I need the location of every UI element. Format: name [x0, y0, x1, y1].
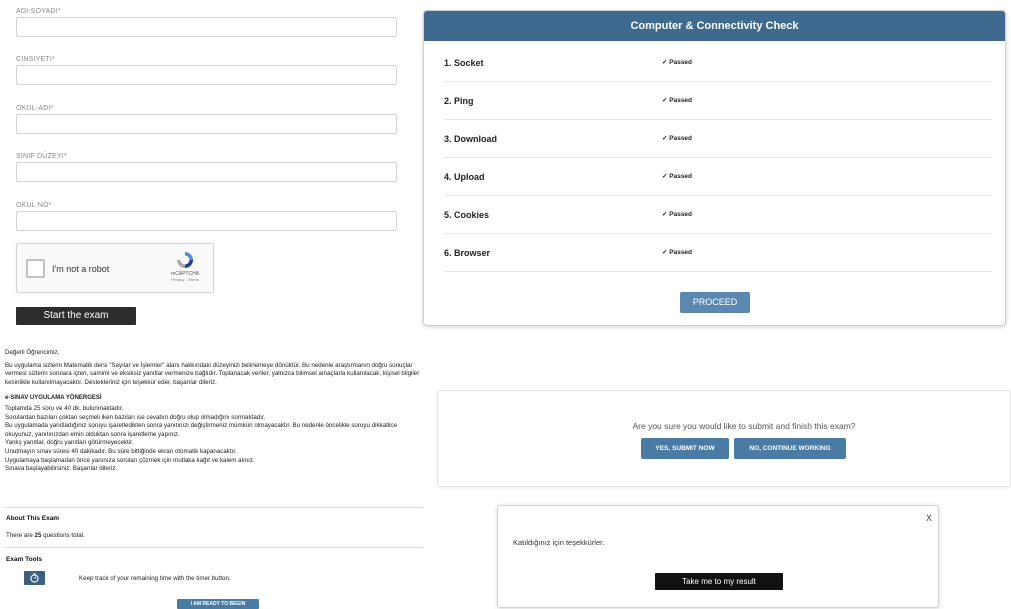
check-status: ✓ Passed [662, 59, 693, 66]
submit-confirmation-dialog: Are you sure you would like to submit an… [437, 390, 1011, 487]
closing-text: Sınava başlayabilirsiniz. Başarılar dile… [5, 465, 118, 473]
close-icon[interactable]: X [926, 513, 932, 523]
thank-you-message: Katıldığınız için teşekkürler. [513, 538, 605, 547]
recaptcha-logo: reCAPTCHA Privacy - Terms [165, 250, 205, 282]
check-name: 4. Upload [444, 172, 485, 182]
name-label: ADI-SOYADI* [16, 8, 61, 15]
check-status: ✓ Passed [662, 97, 693, 104]
grade-label: SINIF DÜZEYI* [16, 153, 67, 160]
check-name: 6. Browser [444, 248, 491, 258]
recaptcha-checkbox[interactable] [26, 259, 45, 278]
instructions-block: Değerli Öğrencimiz, Bu uygulama sizlerin… [5, 349, 425, 474]
recaptcha-widget: I'm not a robot reCAPTCHA Privacy - Term… [16, 243, 214, 293]
grade-input[interactable] [16, 162, 397, 182]
recaptcha-icon [177, 252, 193, 268]
school-input[interactable] [16, 114, 397, 134]
check-status: ✓ Passed [662, 173, 693, 180]
check-status: ✓ Passed [662, 135, 693, 142]
check-row-browser: 6. Browser ✓ Passed [444, 234, 992, 272]
instruction-item: Toplamda 25 soru ve 40 dk. bulunmaktadır… [5, 404, 124, 412]
timer-description: Keep track of your remaining time with t… [79, 575, 231, 582]
recaptcha-label: I'm not a robot [52, 264, 110, 274]
divider [5, 547, 423, 548]
instruction-item: Uygulamaya başlamadan önce yanınıza soru… [5, 456, 255, 464]
check-status: ✓ Passed [662, 249, 693, 256]
stopwatch-icon [30, 573, 39, 583]
instruction-item: Yanlış yanıtlar, doğru yanıtları götürme… [5, 439, 134, 447]
student-no-label: OKUL NO* [16, 202, 52, 209]
gender-label: CINSIYETI* [16, 56, 55, 63]
check-status: ✓ Passed [662, 211, 693, 218]
continue-working-button[interactable]: NO, CONTINUE WORKING [734, 438, 846, 459]
check-name: 2. Ping [444, 96, 474, 106]
submit-question: Are you sure you would like to submit an… [632, 421, 856, 431]
connectivity-panel: Computer & Connectivity Check 1. Socket … [423, 10, 1006, 326]
proceed-button[interactable]: PROCEED [680, 292, 750, 313]
check-name: 1. Socket [444, 58, 484, 68]
intro-text: Bu uygulama sizlerin Matematik dersi "Sa… [5, 361, 420, 386]
student-no-input[interactable] [16, 211, 397, 231]
instruction-item: Unutmayın sınav süresi 40 dakikadır. Bu … [5, 447, 237, 455]
gender-input[interactable] [16, 65, 397, 85]
timer-button[interactable] [24, 571, 45, 585]
thank-you-modal: X Katıldığınız için teşekkürler. Take me… [497, 505, 939, 608]
start-exam-button[interactable]: Start the exam [16, 307, 136, 325]
view-result-button[interactable]: Take me to my result [655, 573, 783, 590]
about-title: About This Exam [6, 515, 60, 522]
divider [5, 507, 423, 508]
greeting-text: Değerli Öğrencimiz, [5, 349, 60, 356]
check-row-upload: 4. Upload ✓ Passed [444, 158, 992, 196]
school-label: OKUL-ADI* [16, 105, 54, 112]
check-row-cookies: 5. Cookies ✓ Passed [444, 196, 992, 234]
tools-title: Exam Tools [6, 556, 43, 563]
check-row-download: 3. Download ✓ Passed [444, 120, 992, 158]
instructions-heading: e-SINAV UYGULAMA YÖNERGESİ [5, 395, 102, 402]
check-name: 3. Download [444, 134, 498, 144]
recaptcha-terms[interactable]: Privacy - Terms [165, 277, 205, 282]
check-row-socket: 1. Socket ✓ Passed [444, 44, 992, 82]
check-name: 5. Cookies [444, 210, 490, 220]
about-text: There are 25 questions total. [6, 532, 85, 539]
check-row-ping: 2. Ping ✓ Passed [444, 82, 992, 120]
connectivity-title: Computer & Connectivity Check [424, 11, 1005, 41]
ready-to-begin-button[interactable]: I AM READY TO BEGIN [177, 599, 259, 609]
submit-now-button[interactable]: YES, SUBMIT NOW [641, 438, 729, 459]
name-input[interactable] [16, 17, 397, 37]
instruction-item: Bu uygulamada yanıtladığınız soruyu işar… [5, 422, 398, 438]
instruction-item: Sorulardan bazıları çoktan seçmeli iken … [5, 413, 266, 421]
